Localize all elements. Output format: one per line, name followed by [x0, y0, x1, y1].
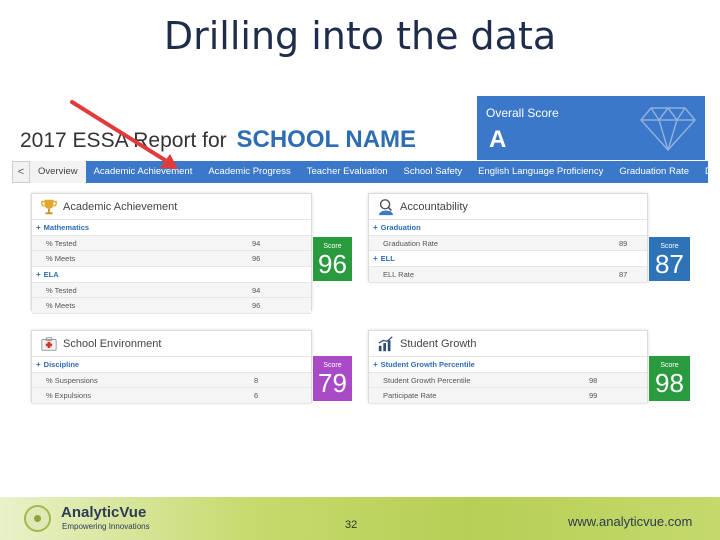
row-label: % Tested	[46, 285, 77, 295]
tab-english-language-proficiency[interactable]: English Language Proficiency	[470, 161, 611, 183]
card-header: Student Growth	[369, 331, 647, 357]
row-metric: % Tested 94	[32, 235, 311, 252]
row-group-header[interactable]: + ELA	[32, 267, 311, 283]
row-metric: Participate Rate 99	[369, 388, 647, 405]
card-title: School Environment	[63, 337, 162, 350]
row-label: % Expulsions	[46, 391, 92, 401]
annotation-arrow	[70, 100, 178, 169]
footer-brand: AnalyticVue	[61, 504, 147, 521]
growth-score-box: Score 98	[649, 356, 690, 401]
row-label: Student Growth Percentile	[380, 359, 475, 369]
row-label: ELL	[380, 254, 395, 264]
row-group-header[interactable]: + Discipline	[32, 357, 311, 373]
row-value: 94	[252, 285, 261, 295]
row-metric: % Expulsions 6	[32, 388, 311, 405]
tab-school-safety[interactable]: School Safety	[396, 161, 471, 183]
tab-academic-progress[interactable]: Academic Progress	[200, 161, 298, 183]
diamond-icon	[640, 107, 696, 152]
growth-chart-icon	[378, 335, 393, 351]
row-value: 98	[589, 375, 598, 385]
overall-score-label: Overall Score	[486, 106, 559, 120]
expand-icon[interactable]: +	[373, 223, 378, 232]
row-value: 94	[252, 238, 261, 248]
row-label: Student Growth Percentile	[383, 375, 471, 385]
row-label: Mathematics	[43, 222, 90, 232]
growth-rows: + Student Growth Percentile Student Growth…	[369, 357, 647, 405]
expand-icon[interactable]: +	[373, 360, 378, 369]
expand-icon[interactable]: +	[36, 360, 41, 369]
row-label: ELA	[43, 269, 59, 279]
row-metric: Graduation Rate 89	[369, 235, 647, 252]
accountability-rows: + Graduation Graduation Rate 89 + ELL ELL Rate…	[369, 220, 647, 283]
row-label: % Meets	[46, 254, 76, 264]
row-label: % Tested	[46, 238, 77, 248]
score-value: 98	[655, 368, 684, 398]
expand-icon[interactable]: +	[36, 223, 41, 232]
card-header: Academic Achievement	[32, 194, 311, 220]
row-group-header[interactable]: + ELL	[369, 251, 647, 268]
academic-achievement-card: Academic Achievement + Mathematics% Teste…	[31, 193, 312, 315]
tab-prev-button[interactable]: <	[12, 161, 30, 183]
student-growth-card: Student Growth + Student Growth Percentil…	[368, 330, 648, 405]
trophy-icon	[41, 199, 57, 214]
row-metric: ELL Rate 87	[369, 267, 647, 283]
score-value: 87	[655, 249, 684, 279]
row-group-header[interactable]: + Graduation	[369, 220, 647, 236]
environment-rows: + Discipline % Suspensions 8 % Expulsions 6	[32, 357, 311, 405]
row-value: 99	[589, 391, 598, 401]
score-value: 96	[318, 249, 347, 279]
score-value: 79	[318, 368, 347, 398]
row-metric: % Meets 96	[32, 298, 311, 315]
academic-score-box: Score 96	[313, 237, 352, 281]
analyticvue-logo-icon	[24, 505, 51, 532]
first-aid-icon	[41, 336, 57, 351]
user-search-icon	[378, 198, 394, 215]
environment-score-box: Score 79	[313, 356, 352, 401]
accountability-card: Accountability + Graduation Graduation Rat…	[368, 193, 648, 283]
card-title: Student Growth	[400, 337, 477, 350]
row-value: 6	[254, 391, 259, 401]
card-title: Accountability	[400, 200, 468, 213]
school-name: SCHOOL NAME	[236, 126, 417, 153]
row-label: ELL Rate	[383, 269, 414, 279]
row-metric: % Tested 94	[32, 282, 311, 299]
accountability-score-box: Score 87	[649, 237, 690, 281]
page-number: 32	[345, 519, 358, 531]
row-value: 96	[252, 301, 261, 311]
tab-teacher-evaluation[interactable]: Teacher Evaluation	[299, 161, 396, 183]
row-label: % Suspensions	[46, 375, 98, 385]
row-metric: % Meets 96	[32, 251, 311, 268]
tab-overflow[interactable]: Di	[697, 161, 708, 183]
row-metric: Student Growth Percentile 98	[369, 372, 647, 389]
school-environment-card: School Environment + Discipline% Suspensi…	[31, 330, 312, 405]
row-metric: % Suspensions 8	[32, 372, 311, 389]
card-title: Academic Achievement	[63, 200, 178, 213]
row-label: Graduation	[380, 222, 421, 232]
card-header: School Environment	[32, 331, 311, 357]
row-value: 87	[619, 269, 628, 279]
overall-score-grade: A	[489, 126, 507, 153]
row-group-header[interactable]: + Student Growth Percentile	[369, 357, 647, 373]
row-value: 8	[254, 375, 259, 385]
card-header: Accountability	[369, 194, 647, 220]
footer-tagline: Empowering Innovations	[62, 522, 150, 531]
slide-title: Drilling into the data	[163, 14, 557, 58]
slide-footer: AnalyticVue Empowering Innovations 32 ww…	[0, 497, 720, 540]
row-value: 96	[252, 254, 261, 264]
footer-website: www.analyticvue.com	[568, 514, 693, 529]
row-group-header[interactable]: + Mathematics	[32, 220, 311, 236]
row-label: Graduation Rate	[383, 238, 439, 248]
row-label: % Meets	[46, 301, 76, 311]
tab-graduation-rate[interactable]: Graduation Rate	[611, 161, 697, 183]
academic-rows: + Mathematics% Tested 94% Meets 96 + ELA% Tes…	[32, 220, 311, 315]
expand-icon[interactable]: +	[36, 270, 41, 279]
row-value: 89	[619, 238, 628, 248]
row-label: Participate Rate	[383, 391, 437, 401]
row-label: Discipline	[43, 359, 80, 369]
overall-score-banner: Overall Score A	[477, 96, 705, 160]
expand-icon[interactable]: +	[373, 254, 378, 263]
